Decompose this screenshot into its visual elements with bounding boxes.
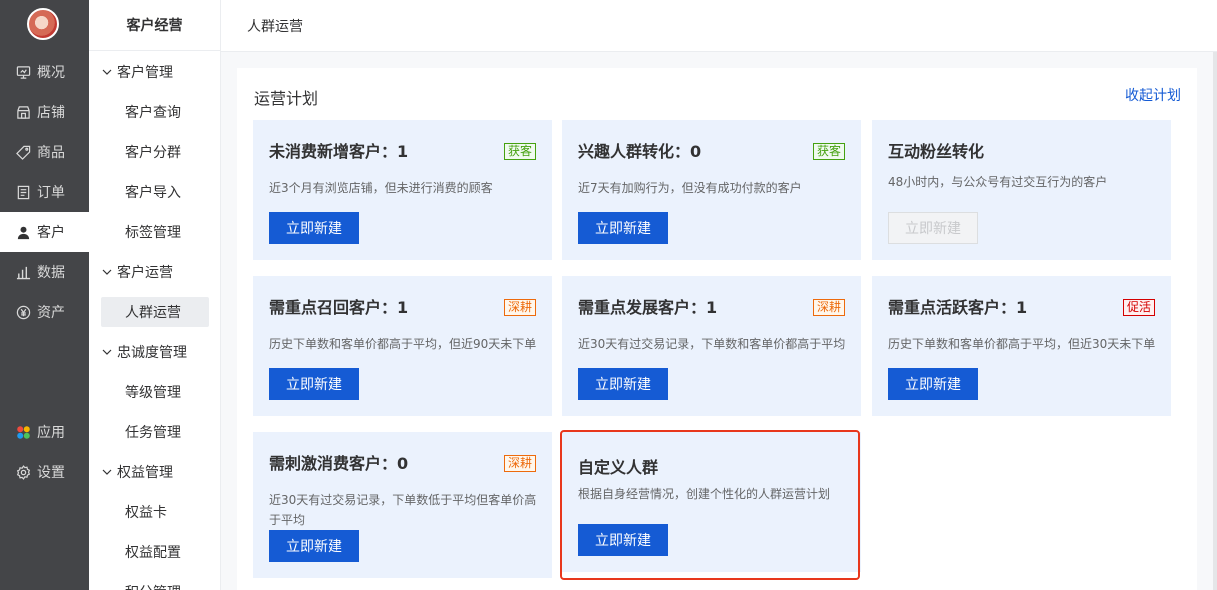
chevron-down-icon	[101, 346, 113, 358]
nav-item-order[interactable]: 订单	[0, 172, 89, 212]
card-title: 需重点发展客户：1	[578, 298, 718, 317]
group-label: 客户运营	[117, 265, 173, 281]
secondary-sidebar-title: 客户经营	[89, 0, 220, 51]
nav-label: 应用	[37, 425, 65, 441]
card-tag: 促活	[1122, 299, 1155, 316]
card-title: 需刺激消费客户：0	[269, 454, 409, 473]
group-customer-management[interactable]: 客户管理	[101, 57, 173, 87]
chevron-down-icon	[101, 66, 113, 78]
gear-icon	[16, 464, 31, 480]
page-header: 人群运营	[221, 0, 1217, 52]
collapse-plans-link[interactable]: 收起计划	[1125, 85, 1181, 105]
chevron-down-icon	[101, 266, 113, 278]
nav-item-data[interactable]: 数据	[0, 252, 89, 292]
card-description: 近30天有过交易记录，下单数和客单价都高于平均	[578, 337, 846, 351]
sub-item-customer-query[interactable]: 客户查询	[101, 97, 209, 127]
card-title: 未消费新增客户：1	[269, 142, 409, 161]
plan-card: 需重点召回客户：1 深耕 历史下单数和客单价都高于平均，但近90天未下单 立即新…	[253, 276, 552, 416]
order-icon	[16, 185, 31, 200]
sub-item-tag-management[interactable]: 标签管理	[101, 217, 209, 247]
chevron-down-icon	[101, 466, 113, 478]
apps-icon	[16, 425, 31, 440]
tag-icon	[16, 145, 31, 160]
card-description: 历史下单数和客单价都高于平均，但近90天未下单	[269, 337, 537, 351]
create-now-button[interactable]: 立即新建	[578, 368, 668, 400]
nav-item-settings[interactable]: 设置	[0, 452, 89, 492]
group-label: 权益管理	[117, 465, 173, 481]
create-now-button[interactable]: 立即新建	[888, 368, 978, 400]
card-description: 根据自身经营情况，创建个性化的人群运营计划	[578, 487, 831, 501]
yen-icon	[16, 305, 31, 320]
plan-card: 兴趣人群转化：0 获客 近7天有加购行为，但没有成功付款的客户 立即新建	[562, 120, 861, 260]
card-tag: 获客	[812, 143, 845, 160]
group-customer-operation[interactable]: 客户运营	[101, 257, 173, 287]
card-title: 需重点召回客户：1	[269, 298, 409, 317]
plan-card-custom: 自定义人群 根据自身经营情况，创建个性化的人群运营计划 立即新建	[562, 432, 861, 572]
nav-label: 概况	[37, 65, 65, 81]
nav-item-overview[interactable]: 概况	[0, 52, 89, 92]
create-now-button[interactable]: 立即新建	[269, 368, 359, 400]
nav-label: 店铺	[37, 105, 65, 121]
sub-item-level-management[interactable]: 等级管理	[101, 377, 209, 407]
sub-item-crowd-operation[interactable]: 人群运营	[101, 297, 209, 327]
operation-plan-panel: 运营计划 收起计划 未消费新增客户：1 获客 近3个月有浏览店铺，但未进行消费的…	[237, 68, 1197, 590]
card-description: 近30天有过交易记录，下单数低于平均但客单价高于平均	[269, 493, 537, 527]
nav-item-customer[interactable]: 客户	[0, 212, 89, 252]
user-icon	[16, 225, 31, 240]
card-tag: 深耕	[503, 299, 536, 316]
create-now-button[interactable]: 立即新建	[269, 212, 359, 244]
store-icon	[16, 105, 31, 120]
chart-icon	[16, 265, 31, 280]
plan-card: 未消费新增客户：1 获客 近3个月有浏览店铺，但未进行消费的顾客 立即新建	[253, 120, 552, 260]
nav-label: 商品	[37, 145, 65, 161]
nav-item-apps[interactable]: 应用	[0, 412, 89, 452]
plan-card: 需重点活跃客户：1 促活 历史下单数和客单价都高于平均，但近30天未下单 立即新…	[872, 276, 1171, 416]
card-description: 近7天有加购行为，但没有成功付款的客户	[578, 181, 802, 195]
section-title: 运营计划	[254, 89, 319, 108]
nav-label: 设置	[37, 465, 65, 481]
shop-logo[interactable]	[27, 8, 59, 40]
card-tag: 深耕	[812, 299, 845, 316]
card-tag: 获客	[503, 143, 536, 160]
primary-sidebar: 概况 店铺 商品 订单 客户 数据 资产 应用 设置	[0, 0, 89, 590]
sub-item-customer-import[interactable]: 客户导入	[101, 177, 209, 207]
nav-label: 客户	[37, 225, 65, 241]
secondary-sidebar: 客户经营 客户管理 客户查询 客户分群 客户导入 标签管理 客户运营 人群运营 …	[89, 0, 221, 590]
nav-item-assets[interactable]: 资产	[0, 292, 89, 332]
group-label: 忠诚度管理	[117, 345, 187, 361]
card-title: 兴趣人群转化：0	[578, 142, 702, 161]
nav-label: 资产	[37, 305, 65, 321]
plan-card: 需刺激消费客户：0 深耕 近30天有过交易记录，下单数低于平均但客单价高于平均 …	[253, 432, 552, 578]
nav-label: 数据	[37, 265, 65, 281]
plan-card: 互动粉丝转化 48小时内，与公众号有过交互行为的客户 立即新建	[872, 120, 1171, 260]
card-tag: 深耕	[503, 455, 536, 472]
card-title: 自定义人群	[578, 458, 659, 477]
nav-item-goods[interactable]: 商品	[0, 132, 89, 172]
group-benefit-management[interactable]: 权益管理	[101, 457, 173, 487]
card-description: 历史下单数和客单价都高于平均，但近30天未下单	[888, 337, 1156, 351]
group-label: 客户管理	[117, 65, 173, 81]
scrollbar-track[interactable]	[1213, 52, 1217, 590]
breadcrumb: 人群运营	[247, 18, 303, 35]
sub-item-benefit-card[interactable]: 权益卡	[101, 497, 209, 527]
plan-card: 需重点发展客户：1 深耕 近30天有过交易记录，下单数和客单价都高于平均 立即新…	[562, 276, 861, 416]
nav-label: 订单	[37, 185, 65, 201]
nav-item-store[interactable]: 店铺	[0, 92, 89, 132]
card-description: 近3个月有浏览店铺，但未进行消费的顾客	[269, 181, 493, 195]
create-now-button[interactable]: 立即新建	[578, 212, 668, 244]
card-description: 48小时内，与公众号有过交互行为的客户	[888, 175, 1108, 189]
create-custom-crowd-button[interactable]: 立即新建	[578, 524, 668, 556]
overview-icon	[16, 65, 31, 80]
card-title: 互动粉丝转化	[888, 142, 985, 161]
group-loyalty-management[interactable]: 忠诚度管理	[101, 337, 187, 367]
sub-item-task-management[interactable]: 任务管理	[101, 417, 209, 447]
card-title: 需重点活跃客户：1	[888, 298, 1028, 317]
create-now-button-disabled[interactable]: 立即新建	[888, 212, 978, 244]
sub-item-benefit-config[interactable]: 权益配置	[101, 537, 209, 567]
create-now-button[interactable]: 立即新建	[269, 530, 359, 562]
sub-item-points-management[interactable]: 积分管理	[101, 577, 209, 590]
sub-item-customer-group[interactable]: 客户分群	[101, 137, 209, 167]
